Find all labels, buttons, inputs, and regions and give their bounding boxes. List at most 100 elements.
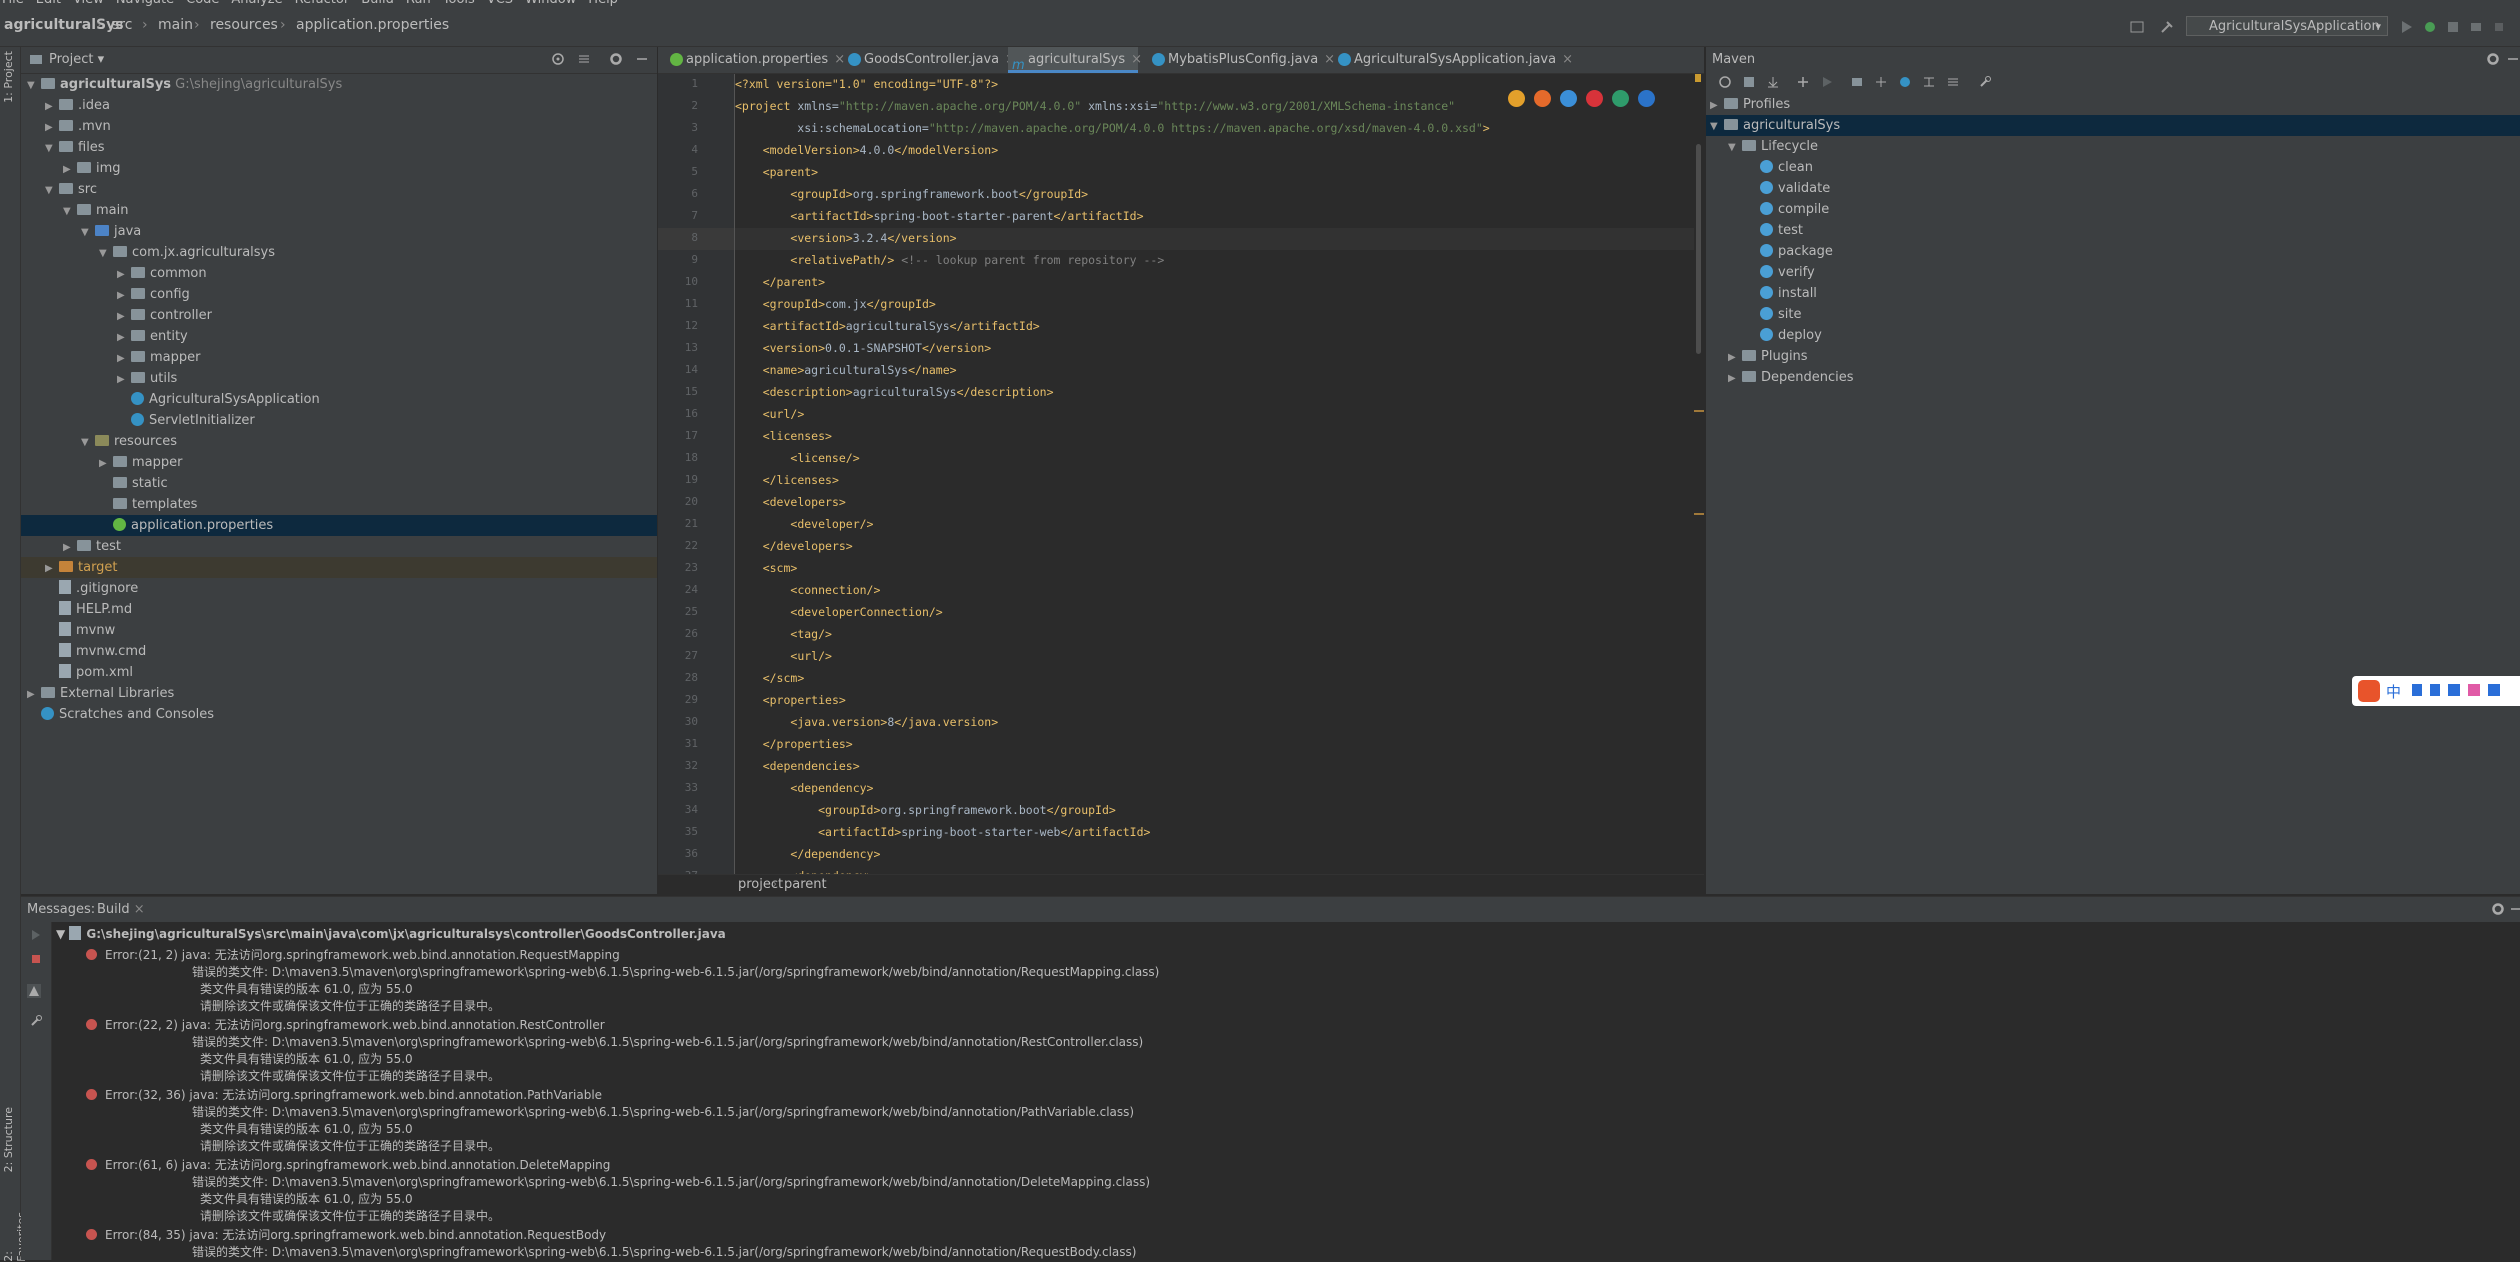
ime-toolbar[interactable]: 中 xyxy=(2352,676,2520,706)
project-tool-tab[interactable]: 1: Project xyxy=(2,51,15,103)
warning-filter-icon[interactable] xyxy=(27,984,41,998)
project-structure-icon[interactable] xyxy=(2130,20,2144,34)
editor-tab[interactable]: MybatisPlusConfig.java × xyxy=(1148,47,1335,73)
stop-icon[interactable] xyxy=(2492,20,2506,34)
maven-tree-item[interactable]: ▼ agriculturalSys xyxy=(1706,115,2520,136)
tree-item[interactable]: HELP.md xyxy=(21,599,657,620)
run-configuration-select[interactable]: AgriculturalSysApplication xyxy=(2186,16,2388,37)
chevron-right-icon[interactable]: ▶ xyxy=(63,537,77,558)
coverage-icon[interactable] xyxy=(2446,20,2460,34)
tree-item[interactable]: static xyxy=(21,473,657,494)
tree-item[interactable]: ▶ entity xyxy=(21,326,657,347)
nav-crumb[interactable]: agriculturalSys xyxy=(4,17,124,33)
chevron-down-icon[interactable]: ▼ xyxy=(45,180,59,201)
download-icon[interactable] xyxy=(1766,75,1780,89)
tree-item[interactable]: ▼ resources xyxy=(21,431,657,452)
nav-crumb[interactable]: main xyxy=(158,17,193,33)
tree-item[interactable]: .gitignore xyxy=(21,578,657,599)
maven-tree-item[interactable]: site xyxy=(1706,304,2520,325)
tree-item[interactable]: Scratches and Consoles xyxy=(21,704,657,725)
show-dependencies-icon[interactable] xyxy=(1922,75,1936,89)
scroll-thumb[interactable] xyxy=(1696,144,1701,354)
error-message[interactable]: Error:(21, 2) java: 无法访问org.springframew… xyxy=(86,946,620,963)
chevron-down-icon[interactable]: ▼ xyxy=(99,243,113,264)
chevron-right-icon[interactable]: ▶ xyxy=(117,285,131,306)
hide-icon[interactable] xyxy=(2506,52,2520,66)
ime-language[interactable]: 中 xyxy=(2386,681,2401,702)
tree-item[interactable]: ▶ target xyxy=(21,557,657,578)
hammer-icon[interactable] xyxy=(2160,20,2174,34)
opera-icon[interactable] xyxy=(1586,90,1603,107)
gear-icon[interactable] xyxy=(2491,902,2505,916)
chevron-right-icon[interactable]: ▶ xyxy=(1728,368,1742,389)
chevron-right-icon[interactable]: ▶ xyxy=(45,558,59,579)
maven-tree-item[interactable]: test xyxy=(1706,220,2520,241)
reload-icon[interactable] xyxy=(1718,75,1732,89)
editor-tab[interactable]: AgriculturalSysApplication.java × xyxy=(1334,47,1573,73)
nav-crumb[interactable]: src xyxy=(112,17,132,33)
tree-item[interactable]: ▼ java xyxy=(21,221,657,242)
tree-item[interactable]: ▶ config xyxy=(21,284,657,305)
chevron-down-icon[interactable]: ▼ xyxy=(45,138,59,159)
chevron-down-icon[interactable]: ▼ xyxy=(63,201,77,222)
close-icon[interactable]: × xyxy=(1131,52,1142,67)
chevron-right-icon[interactable]: ▶ xyxy=(117,306,131,327)
tree-item[interactable]: ▶ External Libraries xyxy=(21,683,657,704)
chevron-right-icon[interactable]: ▶ xyxy=(117,369,131,390)
tree-item[interactable]: pom.xml xyxy=(21,662,657,683)
chevron-right-icon[interactable]: ▶ xyxy=(117,264,131,285)
tree-item[interactable]: ▶ .idea xyxy=(21,95,657,116)
gear-icon[interactable] xyxy=(2486,52,2500,66)
locate-icon[interactable] xyxy=(551,52,565,66)
project-view-select[interactable]: Project ▾ xyxy=(49,52,104,67)
tree-item[interactable]: ServletInitializer xyxy=(21,410,657,431)
debug-icon[interactable] xyxy=(2423,20,2437,34)
chevron-right-icon[interactable]: ▶ xyxy=(99,453,113,474)
tree-item[interactable]: ▶ mapper xyxy=(21,347,657,368)
structure-tool-tab[interactable]: 2: Structure xyxy=(2,1107,15,1172)
maven-tree-item[interactable]: validate xyxy=(1706,178,2520,199)
run-icon[interactable] xyxy=(2400,20,2414,34)
tree-item[interactable]: application.properties xyxy=(21,515,657,536)
tree-item[interactable]: ▶ img xyxy=(21,158,657,179)
editor-tab[interactable]: m agriculturalSys × xyxy=(1008,47,1142,73)
wrench-icon[interactable] xyxy=(29,1014,43,1028)
tree-item[interactable]: ▼ agriculturalSys G:\shejing\agricultural… xyxy=(21,74,657,95)
tree-item[interactable]: mvnw xyxy=(21,620,657,641)
tree-item[interactable]: ▶ common xyxy=(21,263,657,284)
chrome-icon[interactable] xyxy=(1508,90,1525,107)
maven-tree-item[interactable]: ▶ Plugins xyxy=(1706,346,2520,367)
tree-item[interactable]: ▼ com.jx.agriculturalsys xyxy=(21,242,657,263)
execute-goal-icon[interactable] xyxy=(1850,75,1864,89)
error-message[interactable]: Error:(32, 36) java: 无法访问org.springframe… xyxy=(86,1086,602,1103)
maven-tree-item[interactable]: ▶ Profiles xyxy=(1706,94,2520,115)
chevron-right-icon[interactable]: ▶ xyxy=(45,117,59,138)
tree-item[interactable]: ▶ controller xyxy=(21,305,657,326)
edge-icon[interactable] xyxy=(1638,90,1655,107)
tree-item[interactable]: ▼ src xyxy=(21,179,657,200)
chevron-down-icon[interactable]: ▼ xyxy=(1728,137,1742,158)
gear-icon[interactable] xyxy=(609,52,623,66)
tree-item[interactable]: ▼ files xyxy=(21,137,657,158)
maven-tree-item[interactable]: package xyxy=(1706,241,2520,262)
close-icon[interactable]: × xyxy=(1562,52,1573,67)
chevron-down-icon[interactable]: ▼ xyxy=(1710,116,1724,137)
tree-item[interactable]: ▶ .mvn xyxy=(21,116,657,137)
tree-item[interactable]: templates xyxy=(21,494,657,515)
collapse-all-icon[interactable] xyxy=(1946,75,1960,89)
chevron-right-icon[interactable]: ▶ xyxy=(63,159,77,180)
firefox-icon[interactable] xyxy=(1534,90,1551,107)
hide-icon[interactable] xyxy=(635,52,649,66)
chevron-down-icon[interactable]: ▼ xyxy=(56,927,69,941)
chevron-down-icon[interactable]: ▼ xyxy=(81,432,95,453)
maven-tree-item[interactable]: clean xyxy=(1706,157,2520,178)
add-icon[interactable] xyxy=(1796,75,1810,89)
error-message[interactable]: Error:(61, 6) java: 无法访问org.springframew… xyxy=(86,1156,610,1173)
tree-item[interactable]: ▶ test xyxy=(21,536,657,557)
tree-item[interactable]: AgriculturalSysApplication xyxy=(21,389,657,410)
ie-icon[interactable] xyxy=(1612,90,1629,107)
rerun-icon[interactable] xyxy=(29,928,43,942)
chevron-right-icon[interactable]: ▶ xyxy=(1728,347,1742,368)
collapse-all-icon[interactable] xyxy=(577,52,591,66)
maven-tree-item[interactable]: install xyxy=(1706,283,2520,304)
